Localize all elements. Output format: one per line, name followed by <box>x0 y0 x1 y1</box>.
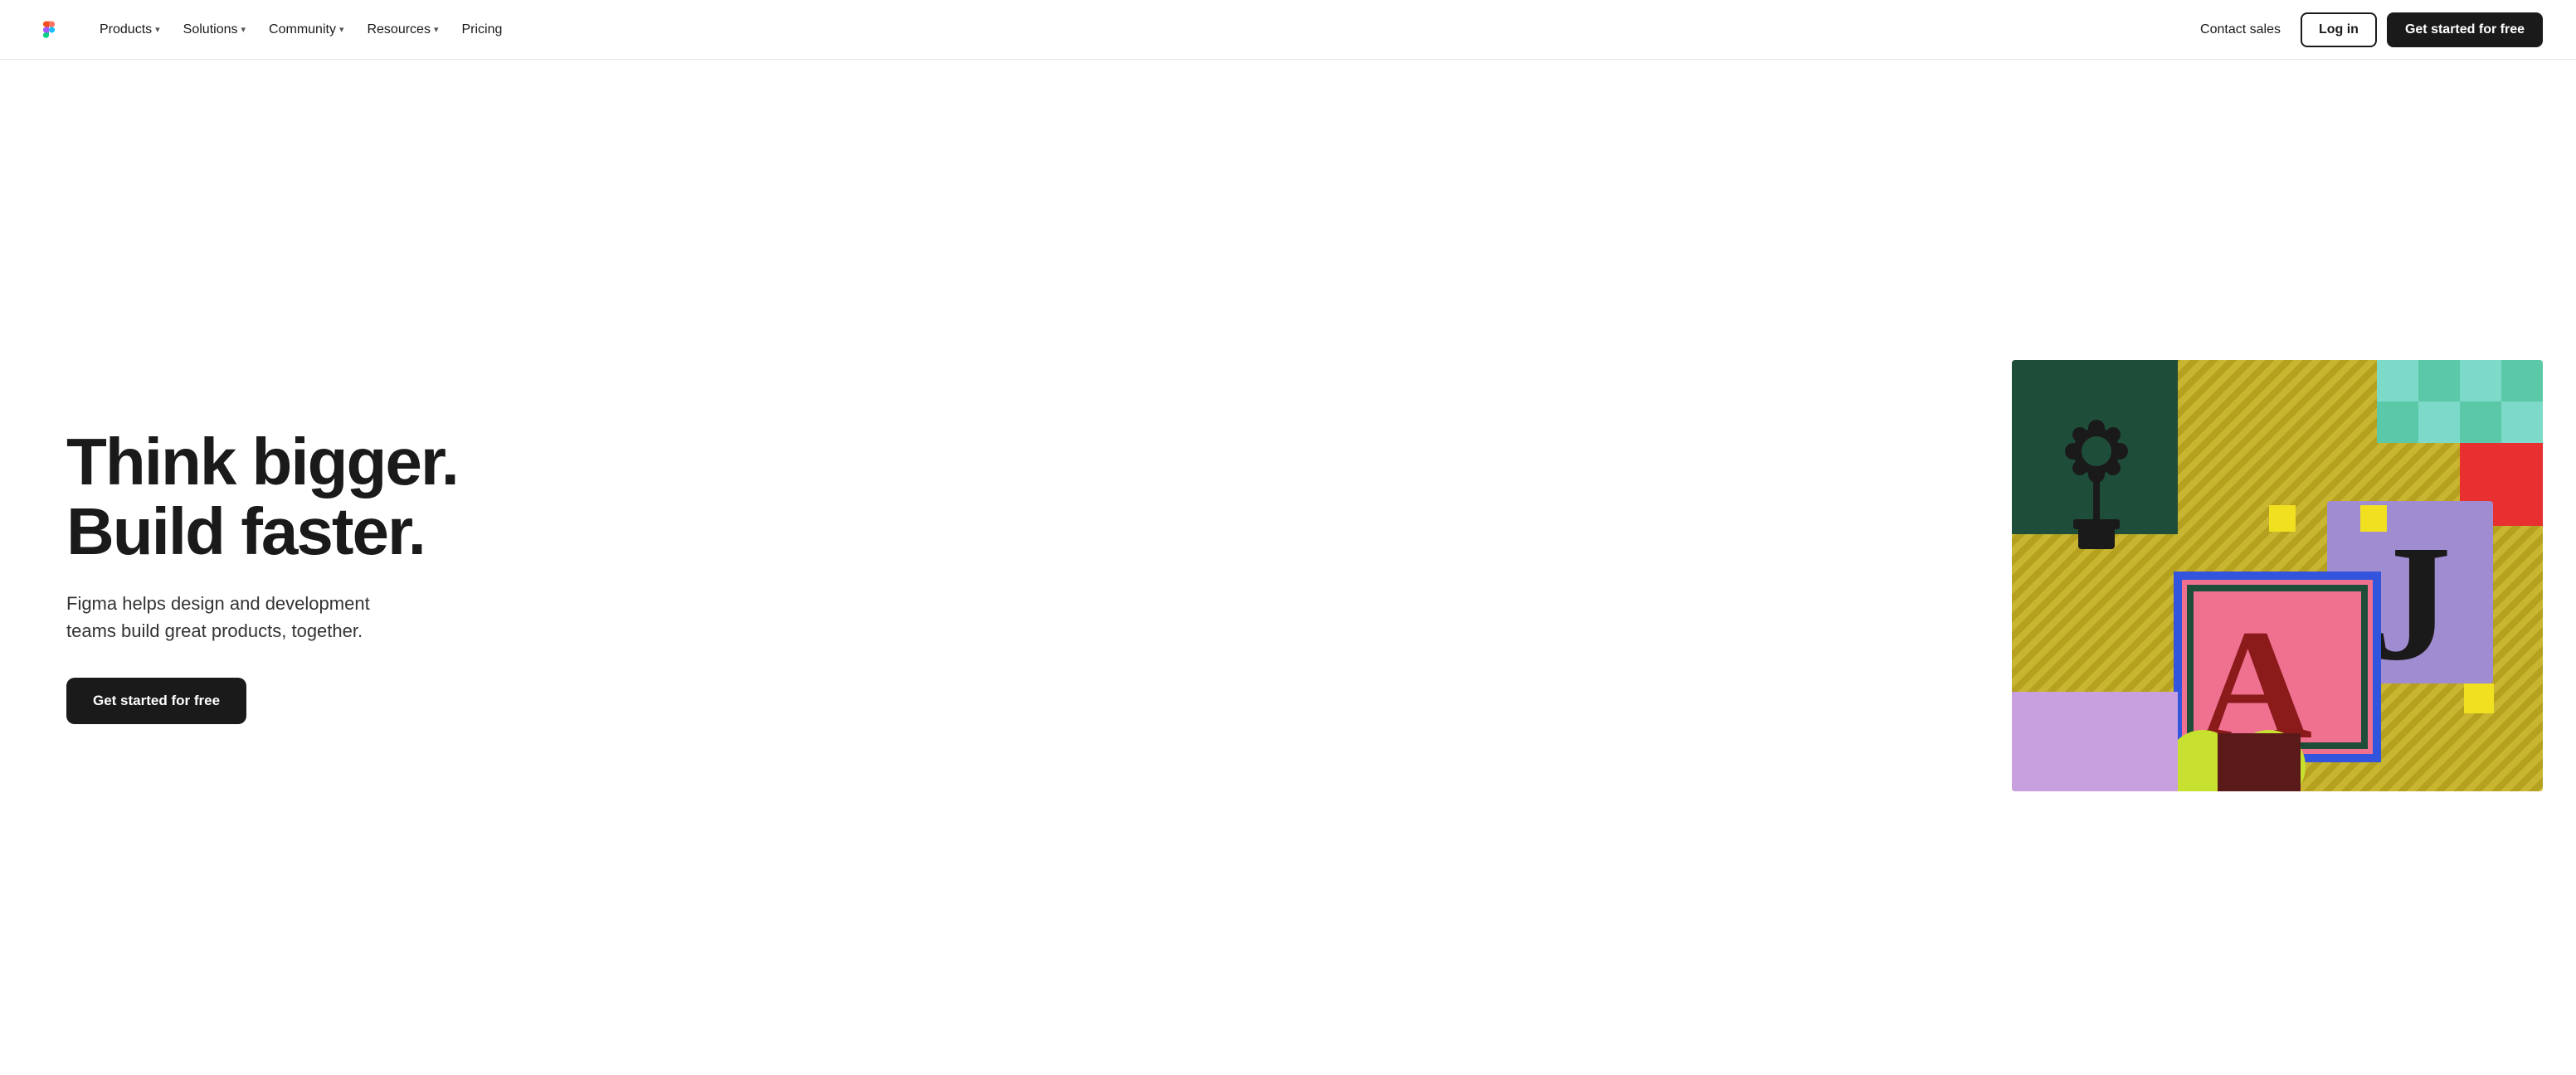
hero-text: Think bigger. Build faster. Figma helps … <box>66 427 458 724</box>
get-started-nav-button[interactable]: Get started for free <box>2387 12 2543 47</box>
figma-logo[interactable] <box>33 14 65 46</box>
hero-subtitle: Figma helps design and development teams… <box>66 590 415 645</box>
hero-section: Think bigger. Build faster. Figma helps … <box>0 60 2576 1075</box>
nav-solutions[interactable]: Solutions ▾ <box>175 17 254 42</box>
login-button[interactable]: Log in <box>2301 12 2377 47</box>
nav-left: Products ▾ Solutions ▾ Community ▾ Resou… <box>33 14 510 46</box>
nav-products[interactable]: Products ▾ <box>91 17 168 42</box>
nav-links: Products ▾ Solutions ▾ Community ▾ Resou… <box>91 17 510 42</box>
chevron-down-icon: ▾ <box>434 24 439 35</box>
chevron-down-icon: ▾ <box>155 24 160 35</box>
nav-resources[interactable]: Resources ▾ <box>358 17 446 42</box>
nav-pricing[interactable]: Pricing <box>453 17 510 42</box>
chevron-down-icon: ▾ <box>339 24 344 35</box>
navbar: Products ▾ Solutions ▾ Community ▾ Resou… <box>0 0 2576 60</box>
chevron-down-icon: ▾ <box>241 24 246 35</box>
nav-community[interactable]: Community ▾ <box>261 17 352 42</box>
contact-sales-button[interactable]: Contact sales <box>2190 16 2291 44</box>
hero-title: Think bigger. Build faster. <box>66 427 458 567</box>
get-started-hero-button[interactable]: Get started for free <box>66 678 246 724</box>
hero-illustration: J A <box>2012 360 2543 791</box>
nav-right: Contact sales Log in Get started for fre… <box>2190 12 2543 47</box>
